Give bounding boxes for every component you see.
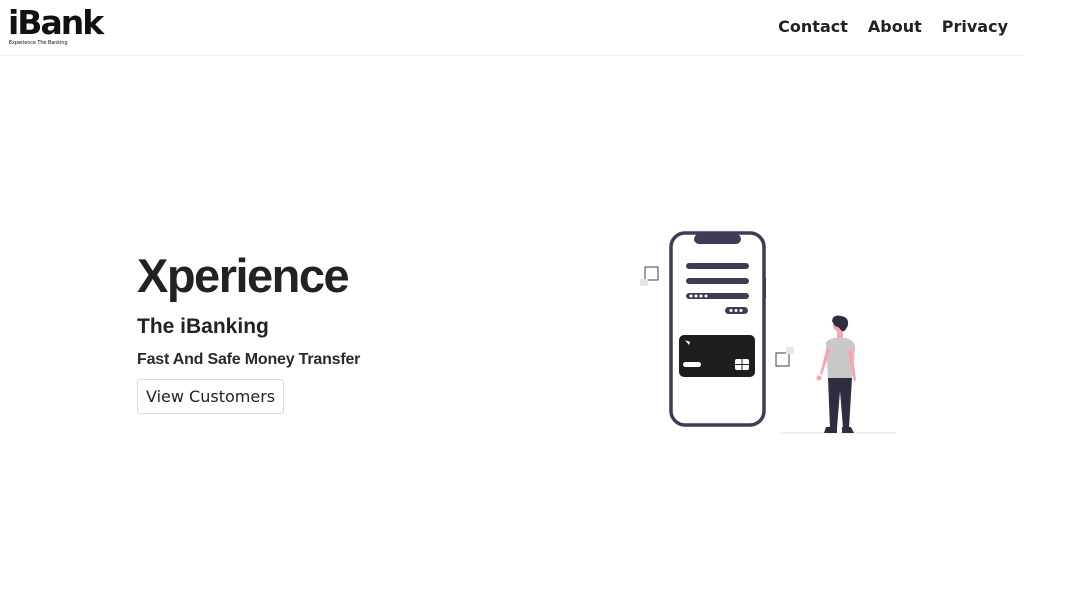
decor-square (644, 266, 659, 281)
decor-square-shadow (640, 279, 648, 286)
hero-subtitle: The iBanking (137, 315, 269, 338)
hero-title: Xperience (137, 249, 350, 302)
decor-square (775, 352, 790, 367)
mobile-banking-illustration (640, 231, 896, 434)
hero-tagline: Fast And Safe Money Transfer (137, 351, 361, 368)
person-figure-icon (781, 315, 896, 434)
nav-links: Contact About Privacy (778, 17, 1008, 36)
nav-link-privacy[interactable]: Privacy (942, 17, 1008, 36)
brand-logo[interactable]: iBank Experience The Banking (8, 3, 118, 50)
phone-icon (669, 231, 766, 427)
brand-name: iBank (8, 3, 104, 42)
view-customers-button[interactable]: View Customers (137, 379, 285, 414)
nav-link-contact[interactable]: Contact (778, 17, 848, 36)
top-navbar: iBank Experience The Banking Contact Abo… (0, 0, 1024, 56)
decor-square-shadow (786, 347, 794, 354)
hero-section: Xperience The iBanking Fast And Safe Mon… (137, 248, 557, 414)
brand-tagline: Experience The Banking (9, 40, 68, 46)
credit-card-icon (679, 335, 755, 377)
nav-link-about[interactable]: About (868, 17, 922, 36)
